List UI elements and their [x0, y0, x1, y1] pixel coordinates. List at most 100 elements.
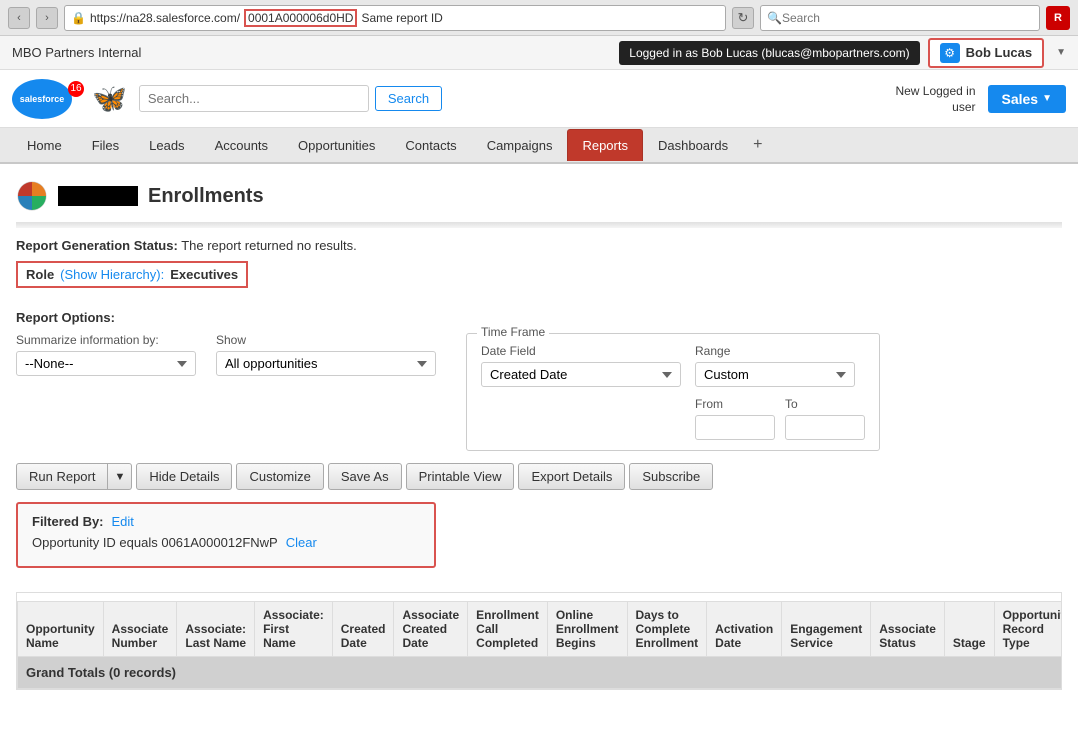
report-table: Opportunity Name Associate Number Associ…	[17, 601, 1062, 689]
run-report-group: Run Report ▼	[16, 463, 132, 490]
url-bar[interactable]: 🔒 https://na28.salesforce.com/ 0001A0000…	[64, 5, 726, 31]
to-label: To	[785, 397, 865, 411]
range-label: Range	[695, 344, 865, 358]
tab-opportunities[interactable]: Opportunities	[283, 129, 390, 161]
filter-clear-link[interactable]: Clear	[286, 535, 317, 550]
summarize-select[interactable]: --None--	[16, 351, 196, 376]
nav-bar: Home Files Leads Accounts Opportunities …	[0, 128, 1078, 164]
login-tooltip: Logged in as Bob Lucas (blucas@mbopartne…	[619, 41, 919, 65]
save-as-button[interactable]: Save As	[328, 463, 402, 490]
run-report-arrow-button[interactable]: ▼	[108, 463, 132, 490]
sf-search-button[interactable]: Search	[375, 86, 442, 111]
customize-button[interactable]: Customize	[236, 463, 323, 490]
timeframe-title: Time Frame	[477, 325, 549, 339]
run-report-button[interactable]: Run Report	[16, 463, 108, 490]
refresh-button[interactable]: ↻	[732, 7, 754, 29]
tab-files[interactable]: Files	[77, 129, 134, 161]
subscribe-button[interactable]: Subscribe	[629, 463, 713, 490]
col-associate-created-date: Associate Created Date	[394, 602, 468, 657]
range-group: Range Custom From To	[695, 344, 865, 440]
mbo-user-area: Logged in as Bob Lucas (blucas@mbopartne…	[619, 38, 1066, 68]
browser-extension-icon[interactable]: R	[1046, 6, 1070, 30]
col-associate-last-name: Associate: Last Name	[177, 602, 255, 657]
filter-condition: Opportunity ID equals 0061A000012FNwP	[32, 535, 278, 550]
timeframe-row: Date Field Created Date Range Custom Fro…	[481, 344, 865, 440]
col-created-date: Created Date	[332, 602, 394, 657]
sf-search-input[interactable]	[139, 85, 369, 112]
date-field-label: Date Field	[481, 344, 681, 358]
tab-campaigns[interactable]: Campaigns	[472, 129, 568, 161]
tab-reports[interactable]: Reports	[567, 129, 643, 161]
tab-leads[interactable]: Leads	[134, 129, 199, 161]
sf-search-area: Search	[139, 85, 499, 112]
browser-search-bar[interactable]: 🔍	[760, 5, 1040, 31]
back-button[interactable]: ‹	[8, 7, 30, 29]
action-buttons: Run Report ▼ Hide Details Customize Save…	[16, 463, 1062, 490]
sales-button[interactable]: Sales ▼	[988, 85, 1067, 113]
summarize-group: Summarize information by: --None--	[16, 333, 196, 376]
report-pie-icon	[16, 180, 48, 212]
browser-search-input[interactable]	[782, 11, 1002, 25]
tab-dashboards[interactable]: Dashboards	[643, 129, 743, 161]
divider	[16, 222, 1062, 228]
grand-totals-row: Grand Totals (0 records)	[18, 657, 1063, 689]
export-details-button[interactable]: Export Details	[518, 463, 625, 490]
report-status: Report Generation Status: The report ret…	[16, 238, 1062, 253]
col-activation-date: Activation Date	[707, 602, 782, 657]
filter-section: Filtered By: Edit Opportunity ID equals …	[16, 502, 436, 568]
browser-chrome: ‹ › 🔒 https://na28.salesforce.com/ 0001A…	[0, 0, 1078, 36]
col-associate-number: Associate Number	[103, 602, 177, 657]
filter-edit-link[interactable]: Edit	[112, 514, 134, 529]
hide-details-button[interactable]: Hide Details	[136, 463, 232, 490]
col-engagement-service: Engagement Service	[782, 602, 871, 657]
role-row: Role (Show Hierarchy): Executives	[16, 261, 248, 288]
from-label: From	[695, 397, 775, 411]
options-and-timeframe: Summarize information by: --None-- Show …	[16, 333, 1062, 451]
report-title-row: Enrollments	[16, 180, 1062, 212]
add-tab-button[interactable]: +	[743, 128, 772, 162]
sf-logo: salesforce 16 🦋	[12, 79, 127, 119]
url-id: 0001A000006d0HD	[244, 9, 357, 27]
from-input[interactable]	[695, 415, 775, 440]
mbo-user-box[interactable]: ⚙ Bob Lucas	[928, 38, 1044, 68]
printable-view-button[interactable]: Printable View	[406, 463, 515, 490]
url-same-report: Same report ID	[361, 11, 442, 25]
url-prefix: https://na28.salesforce.com/	[90, 11, 240, 25]
forward-button[interactable]: ›	[36, 7, 58, 29]
timeframe-container: Time Frame Date Field Created Date Range…	[466, 333, 880, 451]
search-icon: 🔍	[767, 11, 782, 25]
sales-btn-label: Sales	[1002, 91, 1039, 107]
sf-header: salesforce 16 🦋 Search New Logged in use…	[0, 70, 1078, 128]
grand-totals-cell: Grand Totals (0 records)	[18, 657, 1063, 689]
col-opportunity-record-type: Opportunity Record Type	[994, 602, 1062, 657]
notification-badge[interactable]: 16	[68, 81, 84, 97]
options-left: Summarize information by: --None-- Show …	[16, 333, 436, 376]
tab-contacts[interactable]: Contacts	[390, 129, 471, 161]
show-select[interactable]: All opportunities	[216, 351, 436, 376]
main-content: Enrollments Report Generation Status: Th…	[0, 164, 1078, 706]
range-select[interactable]: Custom	[695, 362, 855, 387]
sf-right-area: New Logged in user	[895, 84, 975, 114]
tab-accounts[interactable]: Accounts	[200, 129, 283, 161]
col-online-enrollment-begins: Online Enrollment Begins	[547, 602, 627, 657]
col-associate-status: Associate Status	[871, 602, 945, 657]
tab-home[interactable]: Home	[12, 129, 77, 161]
role-hierarchy-link[interactable]: (Show Hierarchy):	[60, 267, 164, 282]
summarize-label: Summarize information by:	[16, 333, 196, 347]
user-dropdown-arrow[interactable]: ▼	[1056, 47, 1066, 58]
date-field-select[interactable]: Created Date	[481, 362, 681, 387]
col-stage: Stage	[944, 602, 994, 657]
role-value: Executives	[170, 267, 238, 282]
show-label: Show	[216, 333, 436, 347]
sf-cloud-logo: salesforce	[12, 79, 72, 119]
mbo-top-bar: MBO Partners Internal Logged in as Bob L…	[0, 36, 1078, 70]
status-label: Report Generation Status:	[16, 238, 178, 253]
report-title-redacted	[58, 186, 138, 206]
to-input[interactable]	[785, 415, 865, 440]
lock-icon: 🔒	[71, 11, 86, 25]
from-to-row: From To	[695, 397, 865, 440]
role-label: Role	[26, 267, 54, 282]
filter-wrapper: Filtered By: Edit Opportunity ID equals …	[16, 502, 1062, 580]
col-enrollment-call-completed: Enrollment Call Completed	[468, 602, 548, 657]
timeframe-box: Time Frame Date Field Created Date Range…	[466, 333, 880, 451]
